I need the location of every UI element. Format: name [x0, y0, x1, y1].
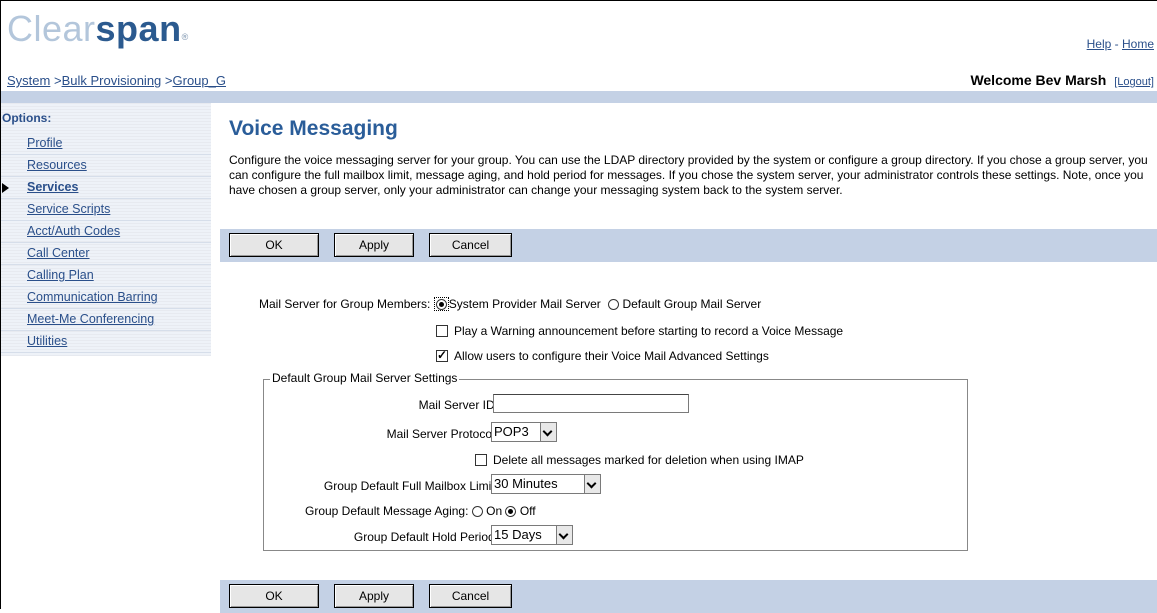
cancel-button[interactable]: Cancel	[429, 233, 512, 257]
mail-server-id-label: Mail Server ID:	[418, 398, 498, 412]
welcome-text: Welcome Bev Marsh	[970, 72, 1107, 88]
sidebar-item-label[interactable]: Utilities	[27, 334, 67, 348]
allow-users-row: Allow users to configure their Voice Mai…	[436, 348, 769, 363]
hold-period-select[interactable]: 15 Days	[491, 525, 573, 545]
button-bar-bottom: OK Apply Cancel	[220, 580, 1157, 613]
page-title: Voice Messaging	[229, 117, 398, 140]
header-band	[1, 91, 1157, 103]
protocol-selected-value: POP3	[494, 424, 529, 439]
mail-server-id-input[interactable]	[493, 394, 689, 413]
button-bar-top: OK Apply Cancel	[220, 229, 1157, 262]
breadcrumb-system[interactable]: System	[7, 73, 50, 88]
mailbox-limit-label: Group Default Full Mailbox Limit:	[323, 479, 498, 493]
radio-aging-on[interactable]	[471, 506, 483, 517]
delete-imap-row: Delete all messages marked for deletion …	[475, 453, 804, 467]
play-warning-label[interactable]: Play a Warning announcement before start…	[454, 324, 843, 338]
current-page-arrow-icon	[2, 183, 9, 193]
breadcrumb-separator: >	[161, 73, 173, 88]
sidebar-item-label[interactable]: Service Scripts	[27, 202, 110, 216]
radio-default-group[interactable]	[608, 299, 620, 310]
mail-server-label: Mail Server for Group Members:	[259, 297, 431, 311]
sidebar-item-label[interactable]: Meet-Me Conferencing	[27, 312, 154, 326]
sidebar-item-label[interactable]: Resources	[27, 158, 87, 172]
ok-button[interactable]: OK	[229, 584, 319, 608]
breadcrumb-group[interactable]: Group_G	[173, 73, 226, 88]
breadcrumb-bulk-provisioning[interactable]: Bulk Provisioning	[62, 73, 162, 88]
play-warning-checkbox[interactable]	[436, 325, 448, 337]
welcome-message: Welcome Bev Marsh [Logout]	[970, 72, 1154, 88]
delete-imap-checkbox[interactable]	[475, 454, 487, 466]
top-links: Help - Home	[1087, 37, 1154, 51]
message-aging-label: Group Default Message Aging:	[305, 504, 469, 518]
breadcrumb-separator: >	[50, 73, 62, 88]
page-description: Configure the voice messaging server for…	[229, 153, 1148, 197]
breadcrumb: System >Bulk Provisioning >Group_G	[7, 73, 226, 88]
mail-server-protocol-select[interactable]: POP3	[491, 422, 557, 442]
radio-focus-outline	[433, 297, 449, 311]
cancel-button[interactable]: Cancel	[429, 584, 512, 608]
chevron-down-icon	[540, 423, 556, 441]
message-aging-row: Group Default Message Aging: On Off	[305, 504, 536, 518]
sidebar-item-service-scripts[interactable]: Service Scripts	[1, 199, 211, 221]
top-links-separator: -	[1111, 37, 1122, 51]
mail-server-protocol-label: Mail Server Protocol:	[386, 427, 498, 441]
sidebar-item-communication-barring[interactable]: Communication Barring	[1, 287, 211, 309]
sidebar-item-meet-me-conferencing[interactable]: Meet-Me Conferencing	[1, 309, 211, 331]
sidebar-item-label[interactable]: Profile	[27, 136, 62, 150]
ok-button[interactable]: OK	[229, 233, 319, 257]
sidebar-item-label[interactable]: Call Center	[27, 246, 90, 260]
radio-aging-off[interactable]	[505, 506, 517, 517]
allow-users-label[interactable]: Allow users to configure their Voice Mai…	[454, 349, 769, 363]
allow-users-checkbox[interactable]	[436, 348, 448, 362]
sidebar-item-profile[interactable]: Profile	[1, 133, 211, 155]
sidebar-item-call-center[interactable]: Call Center	[1, 243, 211, 265]
main-content: Voice Messaging Configure the voice mess…	[220, 103, 1157, 613]
radio-system-provider-label[interactable]: System Provider Mail Server	[449, 297, 601, 311]
clearspan-logo: Clearspan®	[7, 9, 189, 49]
radio-aging-off-label[interactable]: Off	[520, 504, 536, 518]
sidebar-item-resources[interactable]: Resources	[1, 155, 211, 177]
mailbox-limit-select[interactable]: 30 Minutes	[491, 474, 601, 494]
chevron-down-icon	[556, 526, 572, 544]
sidebar-item-calling-plan[interactable]: Calling Plan	[1, 265, 211, 287]
logout-link[interactable]: [Logout]	[1114, 76, 1154, 88]
apply-button[interactable]: Apply	[334, 584, 414, 608]
fieldset-legend: Default Group Mail Server Settings	[270, 371, 460, 385]
apply-button[interactable]: Apply	[334, 233, 414, 257]
play-warning-row: Play a Warning announcement before start…	[436, 324, 843, 338]
logo-text-clear: Clear	[7, 8, 96, 49]
hold-period-selected-value: 15 Days	[494, 527, 542, 542]
radio-system-provider[interactable]	[435, 299, 447, 310]
mailbox-limit-selected-value: 30 Minutes	[494, 476, 558, 491]
sidebar-item-label[interactable]: Acct/Auth Codes	[27, 224, 120, 238]
help-link[interactable]: Help	[1087, 37, 1112, 51]
options-title: Options:	[2, 111, 52, 125]
chevron-down-icon	[584, 475, 600, 493]
radio-default-group-label[interactable]: Default Group Mail Server	[622, 297, 761, 311]
mail-server-row: Mail Server for Group Members: System Pr…	[259, 297, 761, 311]
delete-imap-label[interactable]: Delete all messages marked for deletion …	[493, 453, 804, 467]
sidebar-item-label[interactable]: Services	[27, 180, 78, 194]
sidebar-item-label[interactable]: Calling Plan	[27, 268, 94, 282]
home-link[interactable]: Home	[1122, 37, 1154, 51]
options-nav: Profile Resources Services Service Scrip…	[1, 133, 211, 353]
sidebar-item-acct-auth-codes[interactable]: Acct/Auth Codes	[1, 221, 211, 243]
sidebar-item-services[interactable]: Services	[1, 177, 211, 199]
logo-text-span: span	[95, 8, 182, 49]
sidebar-item-label[interactable]: Communication Barring	[27, 290, 158, 304]
radio-aging-on-label[interactable]: On	[486, 504, 502, 518]
hold-period-label: Group Default Hold Period:	[353, 530, 498, 544]
options-sidebar: Options: Profile Resources Services Serv…	[1, 103, 211, 356]
logo-registered-mark: ®	[181, 32, 189, 42]
sidebar-item-utilities[interactable]: Utilities	[1, 331, 211, 353]
